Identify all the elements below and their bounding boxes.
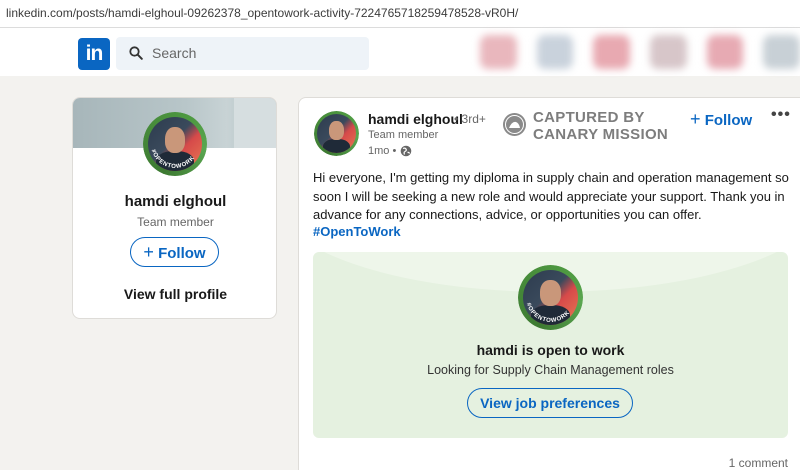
post-text: Hi everyone, I'm getting my diploma in s… xyxy=(313,170,789,222)
follow-label: Follow xyxy=(704,112,753,129)
plus-icon: + xyxy=(690,109,701,129)
open-to-work-badge-text: #OPENTOWORK xyxy=(525,302,571,324)
open-to-work-title: hamdi is open to work xyxy=(476,342,625,358)
profile-card: #OPENTOWORK hamdi elghoul Team member + … xyxy=(72,97,277,319)
plus-icon: + xyxy=(143,242,154,262)
blurred-nav-icons xyxy=(470,30,800,74)
view-full-profile-link[interactable]: View full profile xyxy=(73,286,276,302)
svg-text:#OPENTOWORK: #OPENTOWORK xyxy=(525,302,572,324)
profile-avatar[interactable]: #OPENTOWORK xyxy=(143,112,207,176)
post-card: hamdi elghoul • 3rd+ Team member 1mo • C… xyxy=(298,97,800,470)
blurred-nav-icon[interactable] xyxy=(706,35,744,69)
post-author-avatar[interactable] xyxy=(314,111,359,156)
open-to-work-badge-text: #OPENTOWORK xyxy=(150,149,196,170)
blurred-nav-icon[interactable] xyxy=(536,35,574,69)
profile-follow-button[interactable]: + Follow xyxy=(130,237,219,267)
hashtag-link[interactable]: #OpenToWork xyxy=(313,224,401,239)
profile-role: Team member xyxy=(137,215,214,229)
url-text: linkedin.com/posts/hamdi-elghoul-0926237… xyxy=(6,6,519,20)
linkedin-logo[interactable]: in xyxy=(78,38,110,70)
open-to-work-avatar: #OPENTOWORK xyxy=(518,265,583,330)
open-to-work-card: #OPENTOWORK hamdi is open to work Lookin… xyxy=(313,252,788,438)
profile-name[interactable]: hamdi elghoul xyxy=(73,193,276,210)
connection-degree: • 3rd+ xyxy=(454,112,486,126)
blurred-nav-icon[interactable] xyxy=(763,35,800,69)
comments-count[interactable]: 1 comment xyxy=(729,456,788,470)
open-to-work-subtitle: Looking for Supply Chain Management role… xyxy=(427,363,674,377)
blurred-nav-icon[interactable] xyxy=(650,35,687,69)
globe-icon xyxy=(400,145,412,157)
post-timestamp: 1mo • xyxy=(368,145,397,157)
canary-mission-logo xyxy=(503,113,526,136)
post-follow-button[interactable]: + Follow xyxy=(690,109,752,130)
post-author-role: Team member xyxy=(368,129,439,141)
svg-text:#OPENTOWORK: #OPENTOWORK xyxy=(150,149,196,170)
search-icon xyxy=(129,46,143,60)
top-navigation: in Search xyxy=(0,28,800,76)
blurred-nav-icon[interactable] xyxy=(593,35,631,69)
address-bar[interactable]: linkedin.com/posts/hamdi-elghoul-0926237… xyxy=(0,0,800,28)
search-input[interactable]: Search xyxy=(116,37,369,70)
more-icon[interactable]: ••• xyxy=(771,106,791,124)
watermark-text: CAPTURED BY CANARY MISSION xyxy=(533,109,669,143)
follow-label: Follow xyxy=(158,245,206,262)
blurred-nav-icon[interactable] xyxy=(480,35,517,69)
search-placeholder: Search xyxy=(152,45,197,61)
view-job-preferences-button[interactable]: View job preferences xyxy=(467,388,633,418)
post-author-name[interactable]: hamdi elghoul xyxy=(368,111,463,127)
